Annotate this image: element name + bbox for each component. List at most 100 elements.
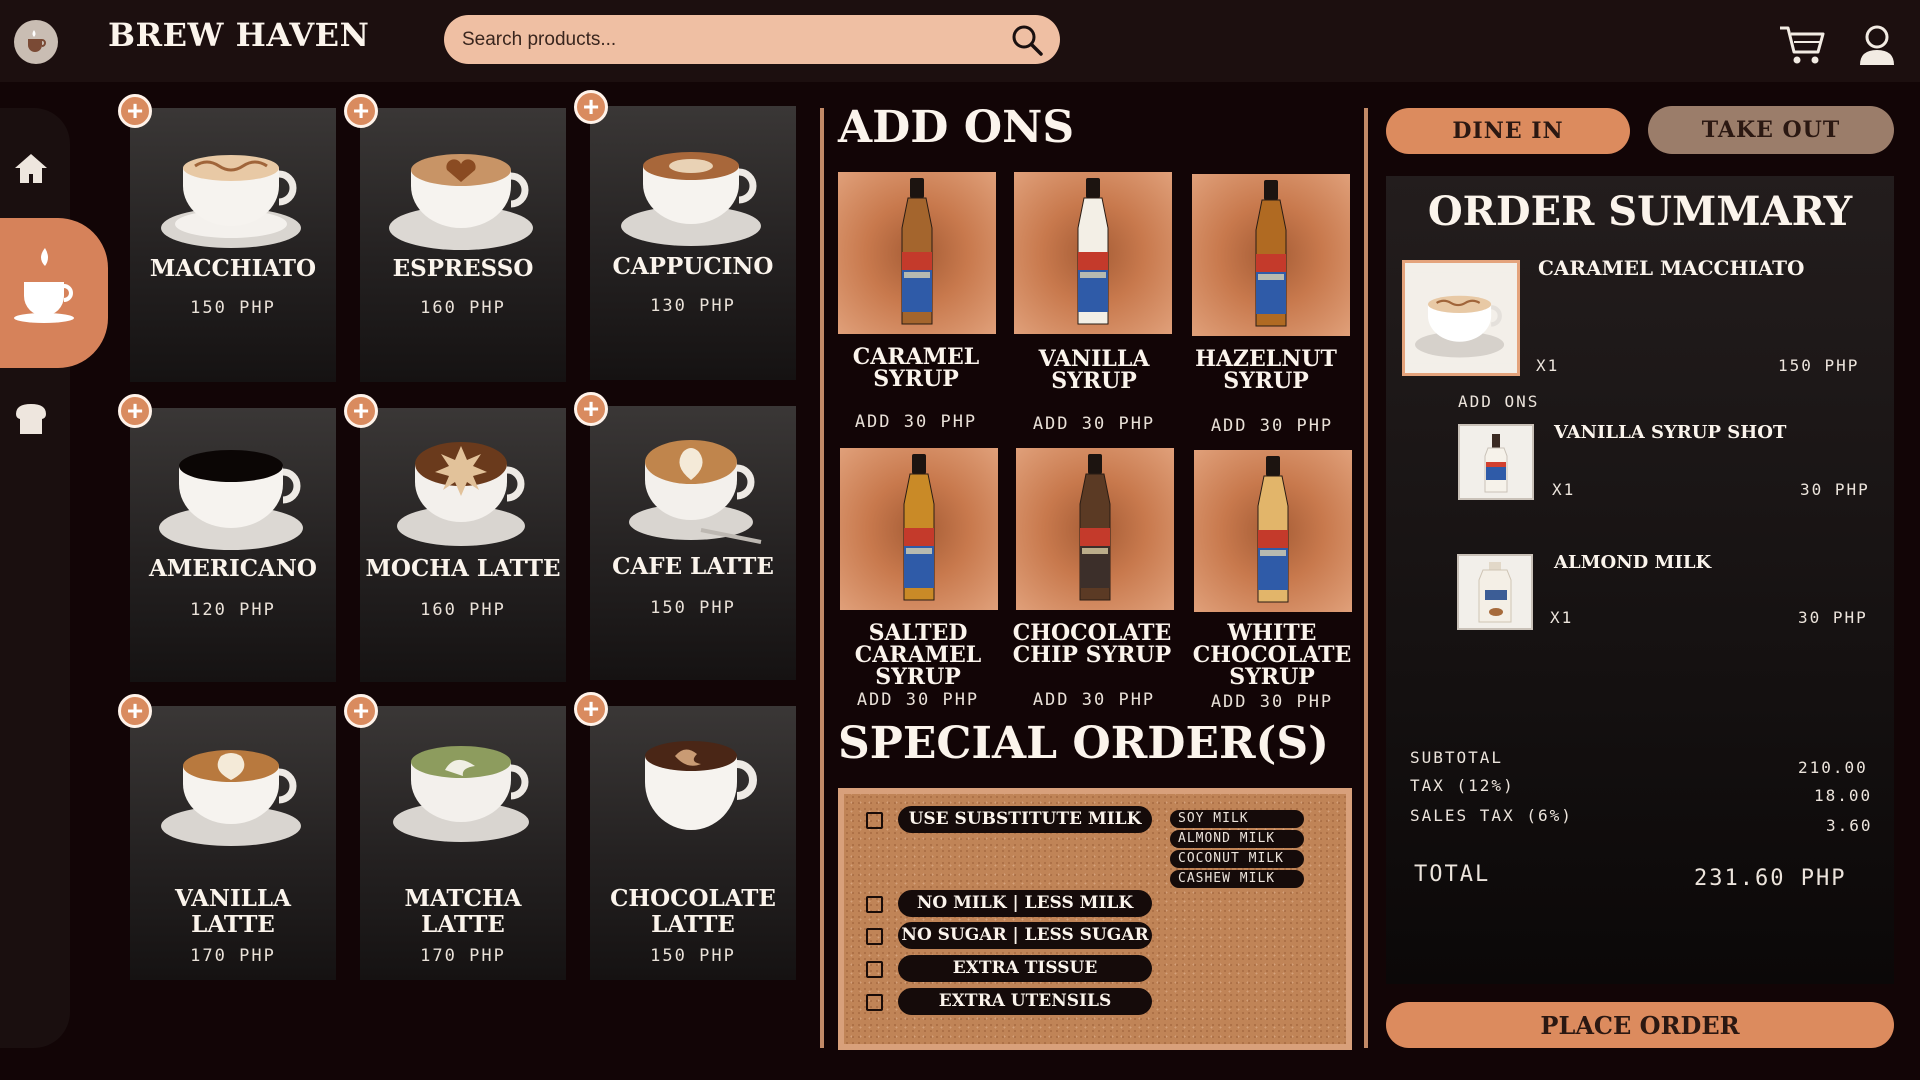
order-item-name: CARAMEL MACCHIATO: [1538, 256, 1805, 280]
milk-option-cashew[interactable]: CASHEW MILK: [1170, 870, 1304, 888]
subtotal-value: 210.00: [1798, 758, 1868, 777]
product-card-macchiato[interactable]: MACCHIATO 150 PHP: [130, 108, 336, 382]
addon-thumbnail-almond-milk: [1457, 554, 1533, 630]
addon-price: ADD 30 PHP: [856, 690, 980, 710]
coffee-logo-icon[interactable]: [14, 20, 58, 64]
add-cafe-latte-button[interactable]: +: [574, 392, 608, 426]
product-card-mocha-latte[interactable]: MOCHA LATTE 160 PHP: [360, 408, 566, 682]
product-card-vanilla-latte[interactable]: VANILLA LATTE 170 PHP: [130, 706, 336, 980]
option-extra-tissue[interactable]: EXTRA TISSUE: [898, 955, 1152, 982]
option-extra-utensils[interactable]: EXTRA UTENSILS: [898, 988, 1152, 1015]
special-orders-title: SPECIAL ORDER(S): [838, 718, 1329, 769]
add-chocolate-latte-button[interactable]: +: [574, 692, 608, 726]
option-substitute-milk[interactable]: USE SUBSTITUTE MILK: [898, 806, 1152, 833]
addon-card-hazelnut-syrup[interactable]: [1192, 174, 1350, 336]
sidebar-item-coffee[interactable]: [0, 218, 108, 368]
order-item-image: [1402, 260, 1520, 376]
addons-label: ADD ONS: [1458, 392, 1540, 411]
checkbox-no-sugar[interactable]: [866, 928, 883, 945]
product-card-cappucino[interactable]: CAPPUCINO 130 PHP: [590, 106, 796, 380]
macchiato-thumbnail: [1405, 272, 1517, 364]
product-card-americano[interactable]: AMERICANO 120 PHP: [130, 408, 336, 682]
option-no-sugar[interactable]: NO SUGAR | LESS SUGAR: [898, 922, 1152, 949]
addon-thumbnail-vanilla: [1458, 424, 1534, 500]
tax-label: TAX (12%): [1410, 776, 1515, 795]
vanilla-syrup-bottle-icon: [1484, 434, 1508, 493]
addon-price: ADD 30 PHP: [1210, 692, 1334, 712]
product-name: CHOCOLATE LATTE: [610, 885, 776, 938]
syrup-bottle-icon: [1257, 456, 1289, 603]
special-orders-board: USE SUBSTITUTE MILK SOY MILK ALMOND MILK…: [838, 788, 1352, 1050]
sidebar: [0, 108, 108, 1048]
product-price: 150 PHP: [650, 946, 736, 966]
add-matcha-latte-button[interactable]: +: [344, 694, 378, 728]
search-input[interactable]: [462, 15, 1002, 64]
addon-card-white-chocolate-syrup[interactable]: [1194, 450, 1352, 612]
product-price: 120 PHP: [190, 600, 276, 620]
product-card-espresso[interactable]: ESPRESSO 160 PHP: [360, 108, 566, 382]
product-card-matcha-latte[interactable]: MATCHA LATTE 170 PHP: [360, 706, 566, 980]
add-cappucino-button[interactable]: +: [574, 90, 608, 124]
milk-option-coconut[interactable]: COCONUT MILK: [1170, 850, 1304, 868]
product-card-cafe-latte[interactable]: CAFE LATTE 150 PHP: [590, 406, 796, 680]
order-item-qty: X1: [1536, 356, 1560, 375]
product-name: MATCHA LATTE: [404, 885, 522, 938]
add-americano-button[interactable]: +: [118, 394, 152, 428]
option-no-milk[interactable]: NO MILK | LESS MILK: [898, 890, 1152, 917]
mocha-latte-image: [397, 442, 525, 546]
add-mocha-latte-button[interactable]: +: [344, 394, 378, 428]
add-espresso-button[interactable]: +: [344, 94, 378, 128]
macchiato-image: [161, 155, 301, 248]
addon-name: CHOCOLATE CHIP SYRUP: [1012, 620, 1172, 668]
checkbox-extra-utensils[interactable]: [866, 994, 883, 1011]
product-name: ESPRESSO: [392, 255, 534, 282]
user-icon[interactable]: [1858, 24, 1896, 66]
brand-name: BREW HAVEN: [108, 16, 370, 54]
espresso-image: [389, 154, 533, 250]
addon-card-vanilla-syrup[interactable]: [1014, 172, 1172, 334]
product-card-chocolate-latte[interactable]: CHOCOLATE LATTE 150 PHP: [590, 706, 796, 980]
addon-item-price: 30 PHP: [1798, 608, 1868, 627]
product-name: VANILLA LATTE: [175, 885, 291, 938]
order-summary-panel: ORDER SUMMARY CARAMEL MACCHIATO X1 150 P…: [1386, 176, 1894, 984]
addon-name: CARAMEL SYRUP: [852, 344, 980, 392]
total-label: TOTAL: [1414, 862, 1491, 887]
place-order-button[interactable]: PLACE ORDER: [1386, 1002, 1894, 1048]
checkbox-no-milk[interactable]: [866, 896, 883, 913]
sales-tax-value: 3.60: [1826, 816, 1873, 835]
syrup-bottle-icon: [1255, 180, 1287, 327]
product-price: 160 PHP: [420, 600, 506, 620]
addon-card-salted-caramel-syrup[interactable]: [840, 448, 998, 610]
product-name: MOCHA LATTE: [365, 555, 561, 582]
add-macchiato-button[interactable]: +: [118, 94, 152, 128]
bread-icon[interactable]: [12, 400, 50, 438]
cappucino-image: [621, 152, 761, 246]
addon-item-price: 30 PHP: [1800, 480, 1870, 499]
milk-option-soy[interactable]: SOY MILK: [1170, 810, 1304, 828]
addon-name: HAZELNUT SYRUP: [1195, 346, 1337, 394]
addon-price: ADD 30 PHP: [1032, 690, 1156, 710]
product-name: CAPPUCINO: [612, 253, 774, 280]
checkbox-extra-tissue[interactable]: [866, 961, 883, 978]
search-icon[interactable]: [1010, 23, 1044, 57]
syrup-bottle-icon: [1079, 454, 1111, 601]
americano-image: [159, 450, 303, 550]
cart-icon[interactable]: [1778, 24, 1826, 66]
coffee-cup-icon: [14, 248, 74, 323]
dine-in-button[interactable]: DINE IN: [1386, 108, 1630, 154]
addon-card-caramel-syrup[interactable]: [838, 172, 996, 334]
milk-option-almond[interactable]: ALMOND MILK: [1170, 830, 1304, 848]
search-bar[interactable]: [444, 15, 1060, 64]
product-price: 170 PHP: [190, 946, 276, 966]
cafe-latte-image: [629, 440, 762, 544]
home-icon[interactable]: [12, 150, 50, 188]
take-out-button[interactable]: TAKE OUT: [1648, 106, 1894, 154]
addons-title: ADD ONS: [838, 102, 1075, 153]
checkbox-substitute-milk[interactable]: [866, 812, 883, 829]
order-summary-title: ORDER SUMMARY: [1427, 188, 1853, 235]
addon-card-chocolate-chip-syrup[interactable]: [1016, 448, 1174, 610]
matcha-latte-image: [393, 746, 529, 842]
addon-item-qty: X1: [1550, 608, 1574, 627]
product-price: 150 PHP: [190, 298, 276, 318]
add-vanilla-latte-button[interactable]: +: [118, 694, 152, 728]
